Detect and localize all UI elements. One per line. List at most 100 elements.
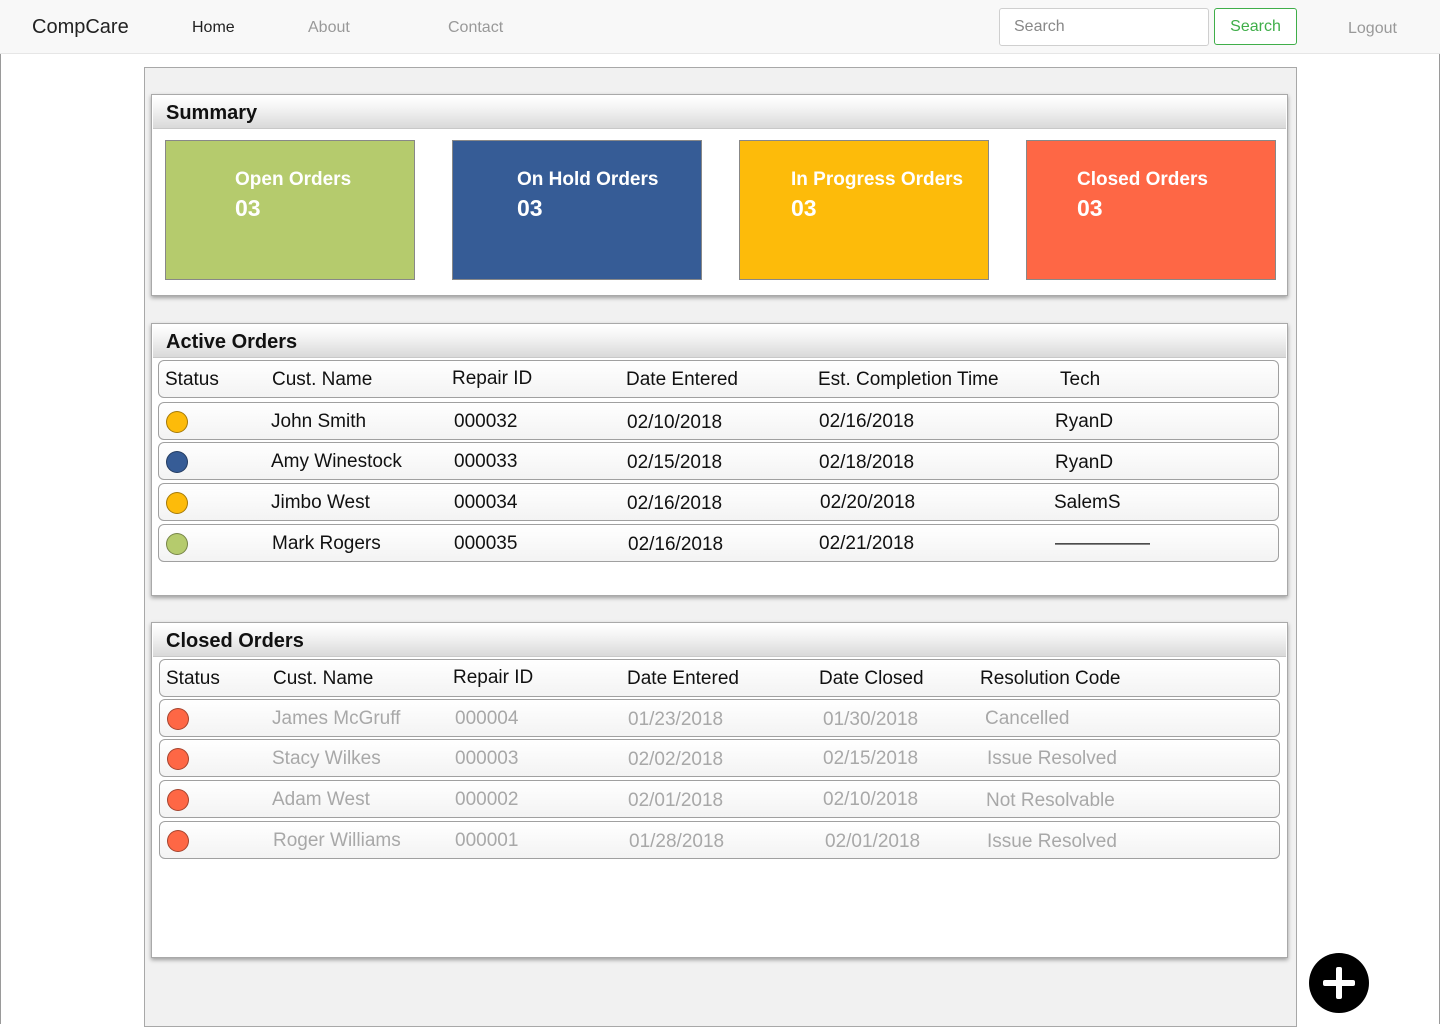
cell-est-completion: 02/20/2018 [820, 492, 916, 513]
column-header: Cust. Name [272, 369, 373, 390]
cell-repair-id: 000004 [455, 708, 519, 729]
cell-name: John Smith [271, 411, 367, 432]
cell-tech: RyanD [1055, 452, 1114, 473]
card-label: Closed Orders [1077, 169, 1208, 190]
table-row[interactable]: Amy Winestock 000033 02/15/2018 02/18/20… [158, 442, 1279, 480]
column-header: Status [166, 668, 220, 689]
cell-date-entered: 02/01/2018 [628, 790, 724, 811]
status-dot [167, 708, 189, 730]
logout-link[interactable]: Logout [1348, 20, 1397, 38]
status-dot [167, 748, 189, 770]
card-count: 03 [1077, 195, 1103, 221]
cell-date-entered: 01/28/2018 [629, 831, 725, 852]
card-label: On Hold Orders [517, 169, 659, 190]
card-label: In Progress Orders [791, 169, 964, 190]
search-input[interactable] [999, 8, 1209, 46]
summary-title: Summary [166, 102, 258, 124]
closed-orders-table-header: Status Cust. Name Repair ID Date Entered… [159, 659, 1280, 697]
cell-est-completion: 02/18/2018 [819, 452, 915, 473]
status-dot [166, 411, 188, 433]
cell-repair-id: 000002 [455, 789, 519, 810]
closed-orders-panel: Closed Orders Status Cust. Name Repair I… [151, 622, 1288, 958]
card-count: 03 [791, 195, 817, 221]
nav-contact-link[interactable]: Contact [448, 19, 503, 37]
column-header: Repair ID [452, 368, 533, 389]
status-dot [166, 492, 188, 514]
cell-date-closed: 02/15/2018 [823, 748, 919, 769]
table-row[interactable]: Jimbo West 000034 02/16/2018 02/20/2018 … [158, 483, 1279, 521]
cell-date-closed: 02/10/2018 [823, 789, 919, 810]
column-header: Repair ID [453, 667, 534, 688]
in-progress-orders-card[interactable]: In Progress Orders 03 [739, 140, 989, 280]
cell-resolution: Cancelled [985, 708, 1070, 729]
search-button[interactable]: Search [1214, 8, 1297, 45]
cell-date-entered: 02/10/2018 [627, 412, 723, 433]
active-orders-header: Active Orders [153, 326, 1286, 358]
table-row[interactable]: Roger Williams 000001 01/28/2018 02/01/2… [159, 821, 1280, 859]
cell-name: Roger Williams [273, 830, 401, 851]
nav-home-link[interactable]: Home [192, 19, 235, 37]
cell-tech: SalemS [1054, 492, 1121, 513]
cell-repair-id: 000034 [454, 492, 518, 513]
cell-date-entered: 02/02/2018 [628, 749, 724, 770]
cell-resolution: Not Resolvable [986, 790, 1115, 811]
column-header: Date Closed [819, 668, 924, 689]
closed-orders-card[interactable]: Closed Orders 03 [1026, 140, 1276, 280]
active-orders-title: Active Orders [166, 331, 298, 353]
cell-name: Amy Winestock [271, 451, 402, 472]
card-label: Open Orders [235, 169, 352, 190]
summary-panel: Summary Open Orders 03 On Hold Orders 03… [151, 94, 1288, 296]
card-count: 03 [517, 195, 543, 221]
cell-name: Jimbo West [271, 492, 370, 513]
closed-orders-title: Closed Orders [166, 630, 304, 652]
table-row[interactable]: James McGruff 000004 01/23/2018 01/30/20… [159, 699, 1280, 737]
cell-date-entered: 02/16/2018 [628, 534, 724, 555]
page-edge-left [0, 54, 1, 1024]
column-header: Date Entered [626, 369, 738, 390]
navbar: CompCare Home About Contact Search Logou… [0, 0, 1440, 54]
column-header: Resolution Code [980, 668, 1121, 689]
status-dot [166, 533, 188, 555]
cell-name: Mark Rogers [272, 533, 381, 554]
cell-repair-id: 000001 [455, 830, 519, 851]
column-header: Tech [1060, 369, 1101, 390]
table-row[interactable]: Stacy Wilkes 000003 02/02/2018 02/15/201… [159, 739, 1280, 777]
cell-est-completion: 02/16/2018 [819, 411, 915, 432]
cell-date-entered: 01/23/2018 [628, 709, 724, 730]
cell-tech: ————— [1055, 533, 1150, 554]
table-row[interactable]: Adam West 000002 02/01/2018 02/10/2018 N… [159, 780, 1280, 818]
cell-date-entered: 02/15/2018 [627, 452, 723, 473]
card-count: 03 [235, 195, 261, 221]
cell-name: Adam West [272, 789, 370, 810]
cell-name: James McGruff [272, 708, 401, 729]
active-orders-panel: Active Orders Status Cust. Name Repair I… [151, 323, 1288, 596]
closed-orders-header: Closed Orders [153, 625, 1286, 657]
cell-date-closed: 01/30/2018 [823, 709, 919, 730]
cell-repair-id: 000035 [454, 533, 518, 554]
status-dot [166, 451, 188, 473]
cell-resolution: Issue Resolved [987, 831, 1117, 852]
summary-header: Summary [153, 97, 1286, 129]
table-row[interactable]: Mark Rogers 000035 02/16/2018 02/21/2018… [158, 524, 1279, 562]
column-header: Date Entered [627, 668, 739, 689]
cell-est-completion: 02/21/2018 [819, 533, 915, 554]
cell-repair-id: 000003 [455, 748, 519, 769]
column-header: Est. Completion Time [818, 369, 999, 390]
active-orders-table-header: Status Cust. Name Repair ID Date Entered… [158, 360, 1279, 398]
brand-logo[interactable]: CompCare [32, 16, 129, 39]
status-dot [167, 789, 189, 811]
open-orders-card[interactable]: Open Orders 03 [165, 140, 415, 280]
column-header: Status [165, 369, 219, 390]
status-dot [167, 830, 189, 852]
cell-resolution: Issue Resolved [987, 748, 1117, 769]
cell-repair-id: 000033 [454, 451, 518, 472]
cell-date-entered: 02/16/2018 [627, 493, 723, 514]
cell-repair-id: 000032 [454, 411, 518, 432]
on-hold-orders-card[interactable]: On Hold Orders 03 [452, 140, 702, 280]
cell-tech: RyanD [1055, 411, 1114, 432]
add-order-button[interactable] [1309, 953, 1369, 1013]
cell-date-closed: 02/01/2018 [825, 831, 921, 852]
cell-name: Stacy Wilkes [272, 748, 381, 769]
nav-about-link[interactable]: About [308, 19, 350, 37]
table-row[interactable]: John Smith 000032 02/10/2018 02/16/2018 … [158, 402, 1279, 440]
